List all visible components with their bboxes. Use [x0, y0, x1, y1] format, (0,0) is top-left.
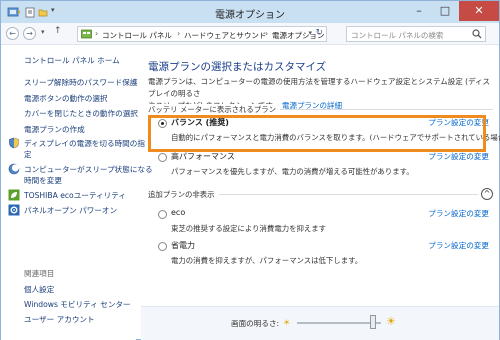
sidebar-link-display-off[interactable]: ディスプレイの電源を切る時間の指 定 — [24, 138, 145, 160]
title-bar: ▾ 電源オプション – □ ✕ — [1, 1, 499, 23]
leaf-icon — [8, 189, 20, 201]
sidebar-link-display-off-label-1: ディスプレイの電源を切る時間の指 — [24, 139, 145, 148]
sidebar-link-create-plan[interactable]: 電源プランの作成 — [24, 124, 85, 135]
plan-high-performance-name[interactable]: 高パフォーマンス — [171, 151, 235, 162]
plan-power-saver: 省電力 プラン設定の変更 電力の消費を抑えますが、パフォーマンスは低下します。 — [148, 239, 493, 269]
plan-high-performance: 高パフォーマンス プラン設定の変更 パフォーマンスを優先しますが、電力の消費が増… — [148, 150, 493, 180]
navigation-bar: ← → ▾ ↑ › コントロール パネル › ハードウェアとサウンド › 電源オ… — [1, 23, 499, 45]
breadcrumb-separator: › — [177, 29, 181, 38]
plan-high-performance-change-link[interactable]: プラン設定の変更 — [428, 151, 489, 162]
search-input[interactable]: コントロール パネルの検索 — [351, 30, 443, 41]
search-icon[interactable] — [472, 29, 482, 39]
sidebar-link-panel-open-power-on[interactable]: パネルオープン パワーオン — [24, 205, 117, 216]
breadcrumb-hardware-sound[interactable]: ハードウェアとサウンド — [184, 30, 266, 41]
sidebar-link-lid-close[interactable]: カバーを閉じたときの動作の選択 — [24, 108, 138, 119]
description-line-1: 電源プランは、コンピューターの電源の使用方法を管理するハードウェア設定とシステム… — [148, 77, 491, 98]
brightness-low-icon: ☀ — [283, 318, 291, 327]
selected-plan-highlight — [148, 115, 486, 152]
brightness-slider[interactable] — [297, 322, 381, 324]
collapse-section-button[interactable]: ^ — [481, 188, 493, 200]
moon-icon — [8, 163, 20, 175]
sidebar-link-power-button[interactable]: 電源ボタンの動作の選択 — [24, 93, 108, 104]
close-button[interactable]: ✕ — [459, 1, 499, 21]
plan-high-performance-radio[interactable] — [158, 153, 167, 162]
recent-pages-dropdown-icon[interactable]: ▾ — [41, 28, 45, 36]
maximize-button[interactable]: □ — [432, 1, 458, 21]
plan-power-saver-radio[interactable] — [158, 242, 167, 251]
related-header: 関連項目 — [24, 269, 55, 278]
plan-eco-name[interactable]: eco — [171, 208, 185, 217]
page-title: 電源プランの選択またはカスタマイズ — [148, 61, 327, 73]
control-panel-home-link[interactable]: コントロール パネル ホーム — [24, 55, 120, 66]
sidebar-related-user-accounts[interactable]: ユーザー アカウント — [24, 314, 95, 325]
refresh-icon[interactable]: ↻ — [315, 28, 323, 38]
breadcrumb-separator: › — [95, 29, 99, 38]
plan-high-performance-description: パフォーマンスを優先しますが、電力の消費が増える可能性があります。 — [171, 167, 414, 176]
plan-eco: eco プラン設定の変更 東芝の推奨する設定により消費電力を抑えます — [148, 207, 493, 237]
brightness-label: 画面の明るさ: — [231, 319, 280, 328]
left-navigation-pane: コントロール パネル ホーム スリープ解除時のパスワード保護 電源ボタンの動作の… — [1, 45, 153, 340]
battery-section-label: バッテリ メーターに表示されるプラン — [148, 104, 280, 115]
sidebar-related-mobility-center[interactable]: Windows モビリティ センター — [24, 299, 131, 310]
forward-button[interactable]: → — [23, 27, 36, 40]
address-dropdown-icon[interactable]: ▾ — [308, 29, 312, 37]
plan-power-saver-name[interactable]: 省電力 — [171, 240, 195, 251]
hidden-section-label: 追加プランの非表示 — [148, 189, 219, 200]
brightness-bar: 画面の明るさ: ☀ ☀ — [141, 306, 499, 340]
sidebar-link-display-off-label-2: 定 — [24, 150, 32, 159]
minimize-button[interactable]: – — [406, 1, 432, 21]
control-panel-icon — [81, 29, 92, 39]
main-content: 電源プランの選択またはカスタマイズ 電源プランは、コンピューターの電源の使用方法… — [141, 45, 500, 340]
breadcrumb-control-panel[interactable]: コントロール パネル — [102, 30, 172, 41]
search-box[interactable]: コントロール パネルの検索 — [346, 26, 486, 42]
plan-power-saver-change-link[interactable]: プラン設定の変更 — [428, 240, 489, 251]
plan-power-saver-description: 電力の消費を抑えますが、パフォーマンスは低下します。 — [171, 256, 363, 265]
sidebar-link-eco-utility[interactable]: TOSHIBA ecoユーティリティ — [24, 190, 126, 201]
breadcrumb-separator: › — [265, 29, 269, 38]
sidebar-link-sleep-time-label-2: 時間を変更 — [24, 176, 62, 185]
plan-eco-description: 東芝の推奨する設定により消費電力を抑えます — [171, 224, 327, 233]
back-button[interactable]: ← — [6, 27, 19, 40]
sidebar-link-wake-password[interactable]: スリープ解除時のパスワード保護 — [24, 77, 137, 88]
plan-eco-radio[interactable] — [158, 210, 167, 219]
power-options-window: ▾ 電源オプション – □ ✕ ← → ▾ ↑ › コントロール パネル › ハ… — [0, 0, 500, 340]
shield-icon — [9, 137, 19, 149]
plan-eco-change-link[interactable]: プラン設定の変更 — [428, 208, 489, 219]
up-button[interactable]: ↑ — [54, 26, 62, 36]
brightness-slider-thumb[interactable] — [369, 315, 376, 329]
sidebar-related-personalization[interactable]: 個人設定 — [24, 284, 54, 295]
address-bar[interactable]: › コントロール パネル › ハードウェアとサウンド › 電源オプション ▾ ↻ — [77, 26, 327, 42]
sidebar-link-sleep-time[interactable]: コンピューターがスリープ状態になる 時間を変更 — [24, 164, 153, 186]
brightness-high-icon: ☀ — [386, 315, 396, 328]
sidebar-link-sleep-time-label-1: コンピューターがスリープ状態になる — [24, 165, 153, 174]
gear-icon — [8, 204, 20, 216]
